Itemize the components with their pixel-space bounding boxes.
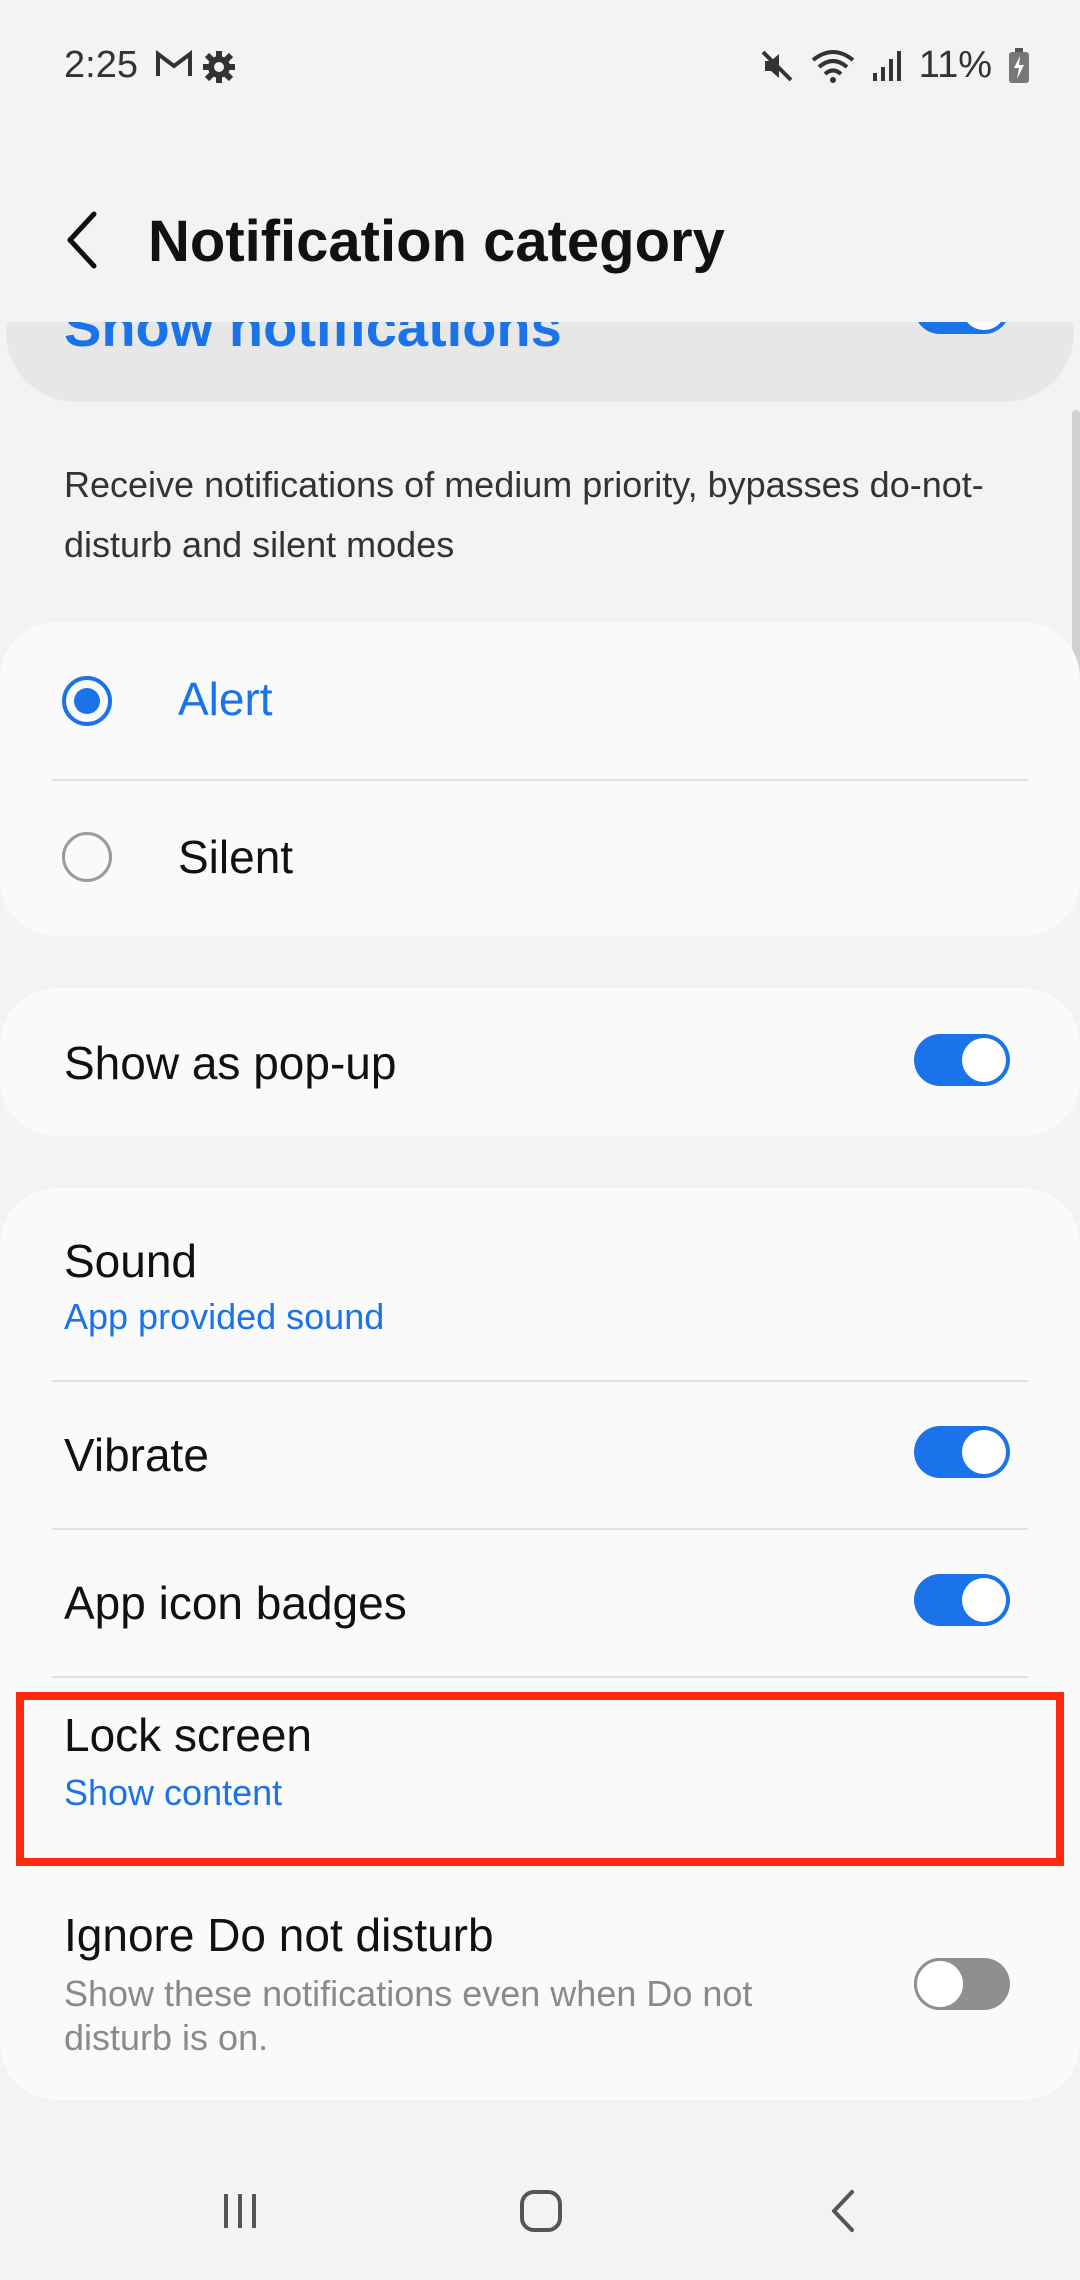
page-title: Notification category: [148, 209, 725, 274]
status-bar: 2:25 11%: [0, 0, 1080, 120]
navigation-bar: [0, 2170, 1080, 2260]
back-icon[interactable]: [822, 2188, 868, 2234]
priority-description: Receive notifications of medium priority…: [64, 464, 984, 565]
sound-row[interactable]: Sound App provided sound: [0, 1188, 1080, 1380]
sound-label: Sound: [64, 1235, 198, 1287]
app-icon-badges-row[interactable]: App icon badges: [0, 1530, 1080, 1676]
mode-card: Alert Silent: [0, 622, 1080, 936]
wifi-icon: [811, 49, 854, 83]
ignore-dnd-label: Ignore Do not disturb: [64, 1909, 494, 1961]
settings-card: Sound App provided sound Vibrate App ico…: [0, 1188, 1080, 2100]
show-notifications-row[interactable]: Show notifications: [0, 322, 1080, 402]
app-icon-badges-toggle[interactable]: [914, 1574, 1010, 1626]
back-arrow-icon[interactable]: [58, 208, 108, 272]
battery-charging-icon: [1009, 47, 1029, 83]
mute-icon: [761, 50, 793, 81]
vibrate-toggle[interactable]: [914, 1426, 1010, 1478]
vibrate-row[interactable]: Vibrate: [0, 1382, 1080, 1528]
alert-radio[interactable]: [62, 676, 112, 726]
battery-percent: 11%: [918, 44, 992, 86]
recent-apps-icon[interactable]: [218, 2188, 264, 2234]
silent-label: Silent: [178, 831, 294, 883]
ignore-dnd-toggle[interactable]: [914, 1958, 1010, 2010]
show-notifications-label: Show notifications: [64, 322, 562, 358]
vibrate-label: Vibrate: [64, 1429, 209, 1481]
popup-toggle[interactable]: [914, 1034, 1010, 1086]
silent-option[interactable]: Silent: [0, 780, 1080, 936]
home-icon[interactable]: [518, 2188, 564, 2234]
silent-radio[interactable]: [62, 832, 112, 882]
gmail-icon: [156, 50, 192, 76]
gear-icon: [203, 51, 235, 83]
popup-card[interactable]: Show as pop-up: [0, 988, 1080, 1136]
ignore-dnd-description: Show these notifications even when Do no…: [64, 1973, 753, 2058]
alert-option[interactable]: Alert: [0, 622, 1080, 780]
signal-icon: [872, 50, 901, 81]
sound-value: App provided sound: [64, 1296, 385, 1337]
alert-label: Alert: [178, 673, 273, 725]
popup-label: Show as pop-up: [64, 1037, 397, 1089]
app-header: Notification category: [0, 190, 1080, 290]
status-time: 2:25: [64, 44, 138, 86]
ignore-dnd-row[interactable]: Ignore Do not disturb Show these notific…: [0, 1868, 1080, 2100]
app-icon-badges-label: App icon badges: [64, 1577, 407, 1629]
highlight-box: [16, 1692, 1064, 1866]
